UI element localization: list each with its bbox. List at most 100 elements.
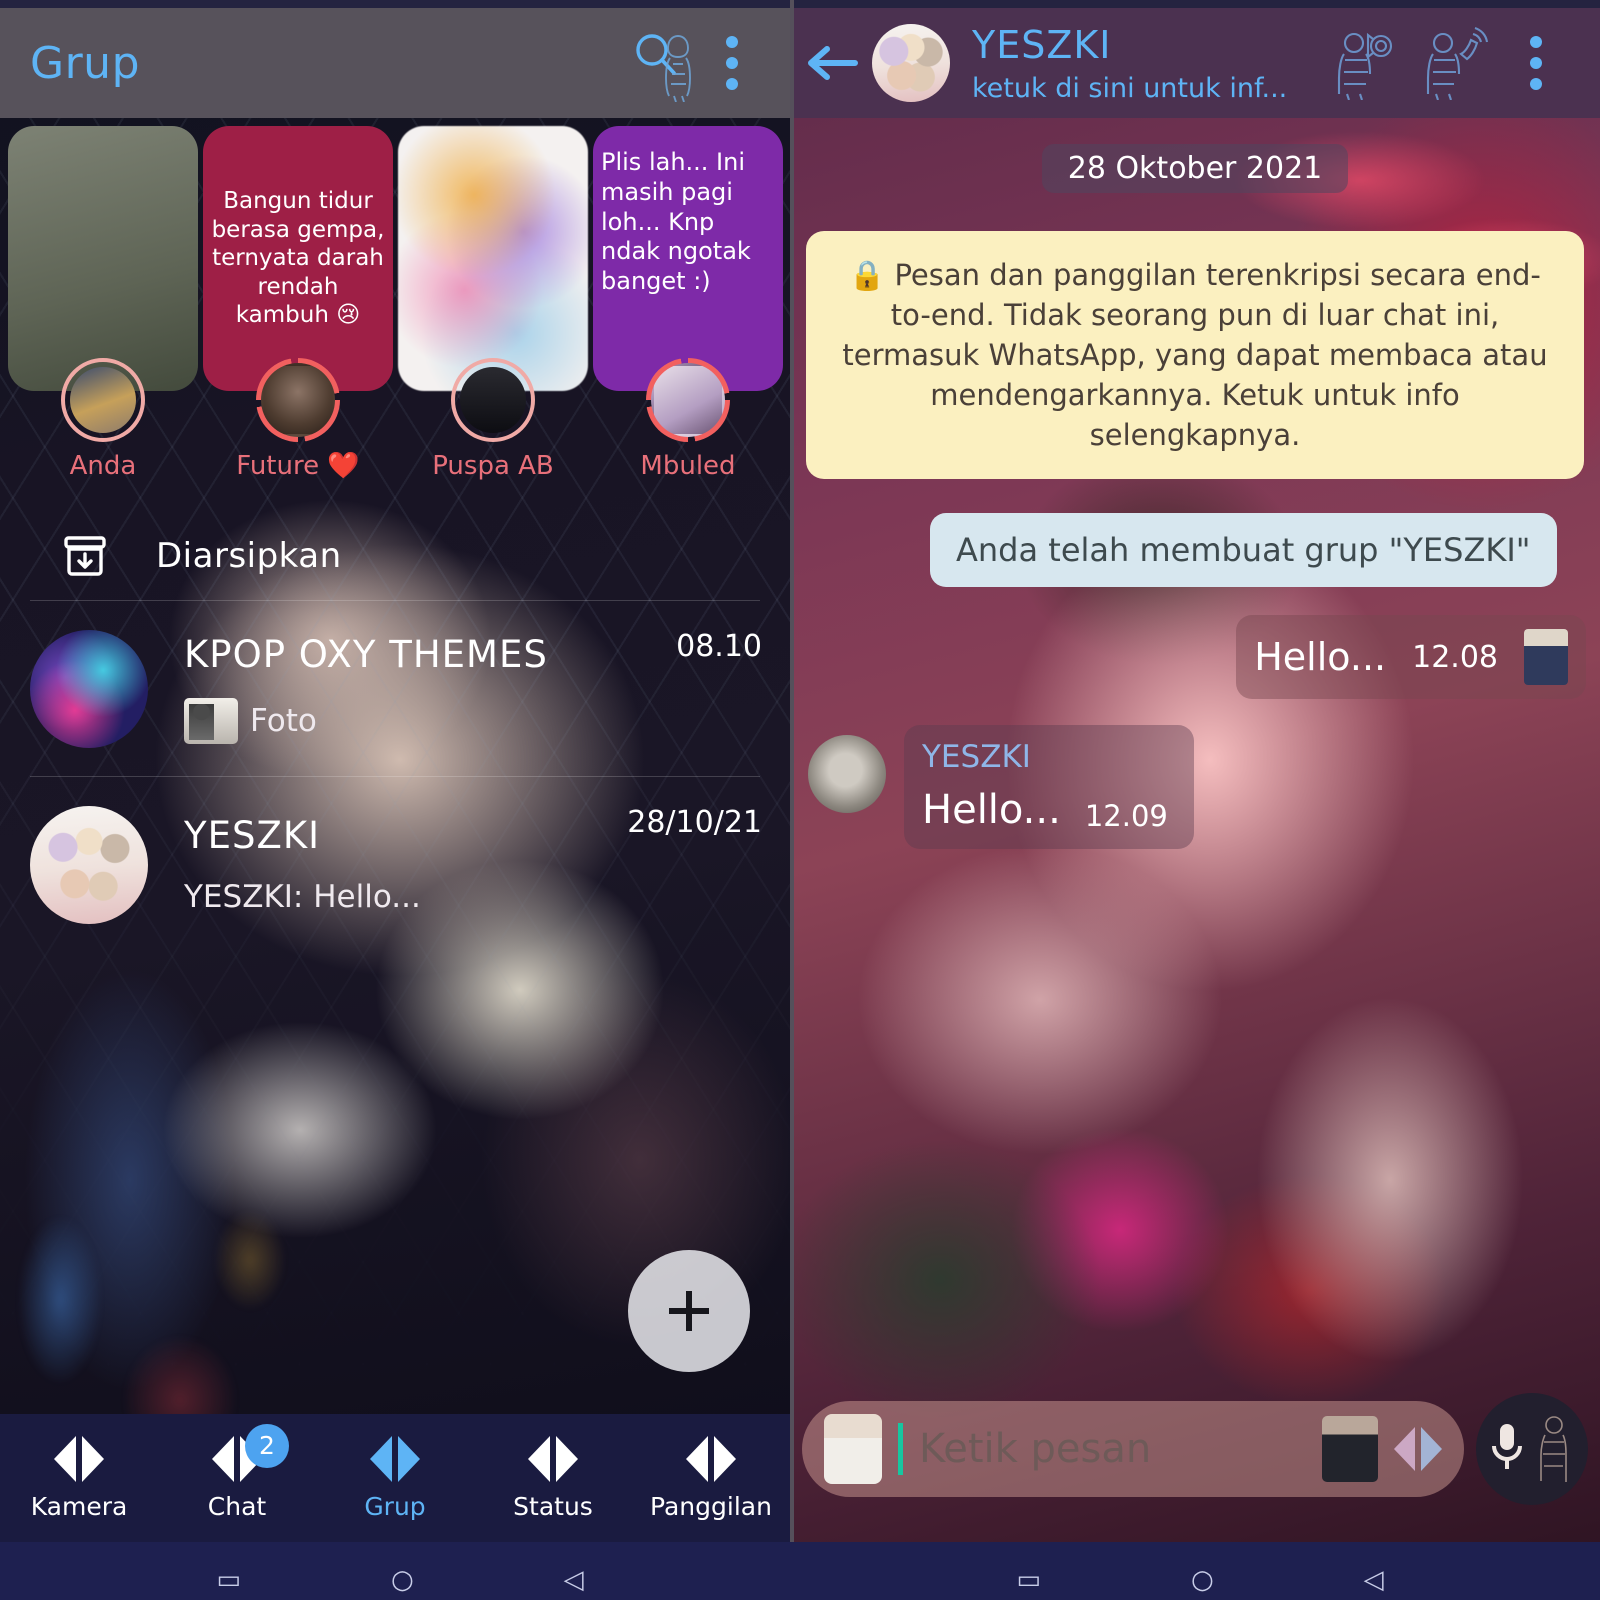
- bts-logo-icon: [527, 1435, 579, 1482]
- message-row-outgoing[interactable]: Hello... 12.08: [790, 615, 1586, 700]
- camera-bts-icon[interactable]: [1394, 1427, 1442, 1471]
- nav-tab-grup[interactable]: Grup: [316, 1435, 474, 1521]
- status-card[interactable]: Puspa AB: [398, 126, 588, 506]
- chat-item-body: KPOP OXY THEMES Foto: [184, 633, 676, 744]
- voice-call-person-icon[interactable]: [1416, 26, 1490, 101]
- message-thread: 28 Oktober 2021 🔒 Pesan dan panggilan te…: [790, 130, 1600, 850]
- left-phone-screen: Grup Anda Bangun tidur berasa gempa, ter…: [0, 0, 790, 1600]
- chat-item-preview: Foto: [250, 703, 317, 739]
- home-icon[interactable]: ○: [1191, 1565, 1214, 1595]
- avatar: [651, 363, 725, 437]
- mic-person-figure-icon: [1540, 1416, 1567, 1482]
- chat-item-preview-row: YESZKI: Hello...: [184, 879, 627, 915]
- chat-item-body: YESZKI YESZKI: Hello...: [184, 814, 627, 915]
- status-ring: [256, 358, 340, 442]
- chat-item-time: 08.10: [676, 629, 762, 664]
- status-ring: [451, 358, 535, 442]
- plus-icon: [669, 1291, 709, 1331]
- nav-label: Kamera: [30, 1491, 128, 1521]
- chat-list-item[interactable]: KPOP OXY THEMES Foto 08.10: [0, 601, 790, 776]
- left-app-bar: Grup: [0, 8, 790, 118]
- unread-badge: 2: [245, 1423, 289, 1468]
- message-time: 12.09: [1084, 799, 1168, 834]
- right-phone-screen: YESZKI ketuk di sini untuk inf... 28 Okt…: [790, 0, 1600, 1600]
- bottom-navigation: Kamera 2 Chat Grup Status Panggilan: [0, 1414, 790, 1542]
- back-icon[interactable]: ◁: [564, 1565, 584, 1595]
- message-text: Hello...: [922, 787, 1061, 834]
- new-chat-fab[interactable]: [628, 1250, 750, 1372]
- message-sender: YESZKI: [922, 739, 1031, 776]
- bts-logo-icon: [53, 1435, 105, 1482]
- chat-list-item[interactable]: YESZKI YESZKI: Hello... 28/10/21: [0, 777, 790, 952]
- message-composer: Ketik pesan: [790, 1390, 1600, 1508]
- status-card[interactable]: Plis lah... Ini masih pagi loh... Knp nd…: [593, 126, 783, 506]
- video-call-person-icon[interactable]: [1326, 26, 1400, 101]
- system-nav-right: ▭ ○ ◁: [800, 1542, 1600, 1600]
- message-bubble: YESZKI Hello... 12.09: [904, 725, 1194, 850]
- nav-tab-panggilan[interactable]: Panggilan: [632, 1435, 790, 1521]
- android-system-nav: ▭ ○ ◁ ▭ ○ ◁: [0, 1542, 1600, 1600]
- home-icon[interactable]: ○: [391, 1565, 414, 1595]
- recents-icon[interactable]: ▭: [1016, 1565, 1041, 1595]
- status-author-name: Puspa AB: [432, 451, 554, 481]
- nav-tab-kamera[interactable]: Kamera: [0, 1435, 158, 1521]
- nav-label: Status: [513, 1491, 593, 1521]
- avatar: [70, 367, 136, 433]
- photo-thumbnail-icon: [184, 698, 238, 744]
- archived-row[interactable]: Diarsipkan: [0, 512, 790, 600]
- mic-icon: [1492, 1424, 1522, 1469]
- avatar: [30, 805, 148, 924]
- dual-screenshot-root: Grup Anda Bangun tidur berasa gempa, ter…: [0, 0, 1600, 1600]
- message-bubble: Hello... 12.08: [1236, 615, 1586, 700]
- bts-logo-icon: [685, 1435, 737, 1482]
- overflow-menu-icon[interactable]: [1506, 24, 1566, 102]
- status-author-name: Anda: [69, 451, 137, 481]
- encryption-notice[interactable]: 🔒 Pesan dan panggilan terenkripsi secara…: [806, 231, 1584, 480]
- date-divider: 28 Oktober 2021: [1041, 144, 1349, 193]
- back-arrow-icon[interactable]: [796, 40, 870, 86]
- message-input-placeholder: Ketik pesan: [919, 1426, 1152, 1472]
- status-author-name: Mbuled: [640, 451, 736, 481]
- back-icon[interactable]: ◁: [1364, 1565, 1384, 1595]
- attach-person-icon[interactable]: [1322, 1416, 1378, 1482]
- avatar: [261, 363, 335, 437]
- emoji-person-icon[interactable]: [824, 1414, 882, 1484]
- message-row-incoming[interactable]: YESZKI Hello... 12.09: [808, 725, 1600, 850]
- conversation-title: YESZKI: [972, 22, 1112, 67]
- right-app-bar: YESZKI ketuk di sini untuk inf...: [790, 8, 1600, 118]
- recents-icon[interactable]: ▭: [216, 1565, 241, 1595]
- search-person-icon[interactable]: [624, 24, 702, 103]
- message-input-pill[interactable]: Ketik pesan: [802, 1401, 1464, 1497]
- status-ring: [646, 358, 730, 442]
- status-card[interactable]: Bangun tidur berasa gempa, ternyata dara…: [203, 126, 393, 506]
- status-thumb: [398, 126, 588, 391]
- nav-label: Grup: [364, 1491, 426, 1521]
- status-ring: [61, 358, 145, 442]
- mic-button[interactable]: [1476, 1393, 1588, 1505]
- status-thumb: Bangun tidur berasa gempa, ternyata dara…: [203, 126, 393, 391]
- status-bar-right: [790, 0, 1600, 8]
- status-card[interactable]: Anda: [8, 126, 198, 506]
- conversation-title-block[interactable]: YESZKI ketuk di sini untuk inf...: [972, 23, 1287, 104]
- status-author-name: Future ❤️: [236, 451, 360, 481]
- chat-item-name: YESZKI: [184, 814, 320, 857]
- chat-item-preview-row: Foto: [184, 698, 676, 744]
- system-nav-left: ▭ ○ ◁: [0, 1542, 800, 1600]
- nav-tab-chat[interactable]: 2 Chat: [158, 1423, 316, 1521]
- status-thumb: [8, 126, 198, 391]
- text-caret: [898, 1423, 903, 1475]
- avatar: [808, 735, 886, 814]
- chat-item-name: KPOP OXY THEMES: [184, 633, 548, 676]
- bts-logo-icon: [369, 1435, 421, 1482]
- overflow-menu-icon[interactable]: [702, 24, 762, 102]
- chat-item-preview: YESZKI: Hello...: [184, 879, 421, 915]
- archived-label: Diarsipkan: [156, 536, 342, 576]
- avatar[interactable]: [872, 24, 950, 102]
- nav-tab-status[interactable]: Status: [474, 1435, 632, 1521]
- archive-box-icon: [64, 536, 106, 576]
- avatar: [30, 629, 148, 748]
- nav-label: Chat: [207, 1491, 267, 1521]
- system-message: Anda telah membuat grup "YESZKI": [930, 513, 1557, 588]
- conversation-subtitle: ketuk di sini untuk inf...: [972, 72, 1288, 104]
- read-receipt-icon: [1524, 629, 1568, 686]
